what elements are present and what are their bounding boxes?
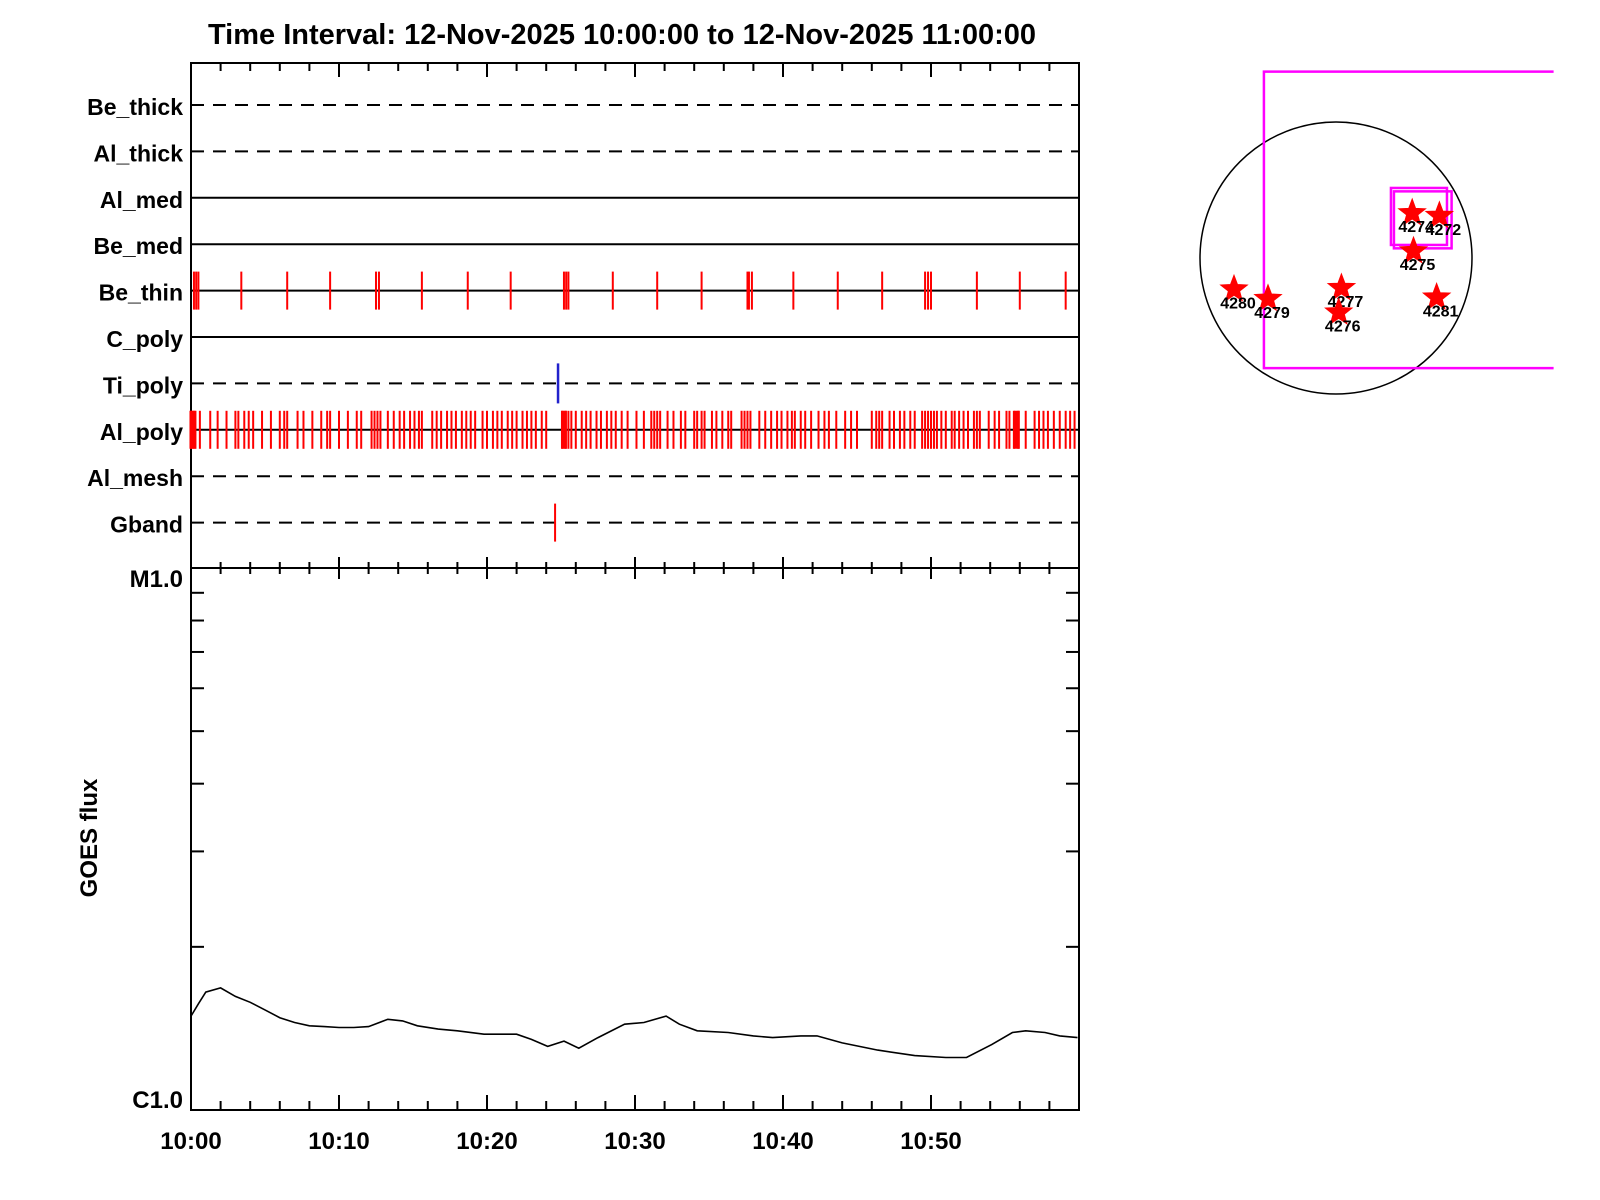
filter-row-label: C_poly bbox=[106, 326, 183, 352]
x-axis-tick-label: 10:40 bbox=[752, 1128, 813, 1155]
goes-flux-panel: 10:00 10:10 10:20 10:30 10:40 10:50 bbox=[160, 568, 1079, 1155]
filter-row-label: Be_thick bbox=[87, 94, 183, 120]
filter-row-label: Al_med bbox=[100, 187, 183, 213]
filter-row-label: Be_med bbox=[94, 233, 183, 259]
screenshot-root: Time Interval: 12-Nov-2025 10:00:00 to 1… bbox=[0, 0, 1600, 1200]
solar-disk-panel: 42744272427542804279427742764281 bbox=[1200, 72, 1554, 394]
filter-row-label: Al_mesh bbox=[87, 465, 183, 491]
active-region-label: 4281 bbox=[1423, 303, 1459, 320]
active-region-label: 4272 bbox=[1426, 222, 1462, 239]
goes-flux-curve bbox=[191, 988, 1078, 1058]
x-axis-tick-label: 10:30 bbox=[604, 1128, 665, 1155]
filter-row-label: Ti_poly bbox=[103, 372, 183, 398]
active-region-label: 4275 bbox=[1400, 257, 1436, 274]
page-title: Time Interval: 12-Nov-2025 10:00:00 to 1… bbox=[208, 19, 1036, 51]
x-axis-tick-label: 10:50 bbox=[900, 1128, 961, 1155]
filter-row-label: Gband bbox=[110, 512, 183, 538]
active-region-label: 4280 bbox=[1220, 295, 1256, 312]
filter-panel-border bbox=[191, 63, 1079, 568]
goes-y-bottom-label: C1.0 bbox=[132, 1087, 183, 1114]
x-axis-tick-label: 10:00 bbox=[160, 1128, 221, 1155]
filter-timeline-panel: Be_thick Al_thick Al_med Be_med Be_thin C_pol… bbox=[87, 63, 1079, 579]
filter-row-label: Al_poly bbox=[100, 419, 183, 445]
filter-row-label: Be_thin bbox=[99, 280, 183, 306]
filter-row-label: Al_thick bbox=[94, 140, 184, 166]
goes-y-top-label: M1.0 bbox=[130, 566, 183, 593]
x-axis-tick-label: 10:10 bbox=[308, 1128, 369, 1155]
observation-plot: Time Interval: 12-Nov-2025 10:00:00 to 1… bbox=[0, 0, 1600, 1200]
goes-y-axis-title: GOES flux bbox=[76, 778, 103, 897]
active-region-label: 4276 bbox=[1325, 318, 1361, 335]
x-axis-tick-label: 10:20 bbox=[456, 1128, 517, 1155]
goes-panel-border bbox=[191, 568, 1079, 1110]
active-region-label: 4279 bbox=[1254, 305, 1290, 322]
